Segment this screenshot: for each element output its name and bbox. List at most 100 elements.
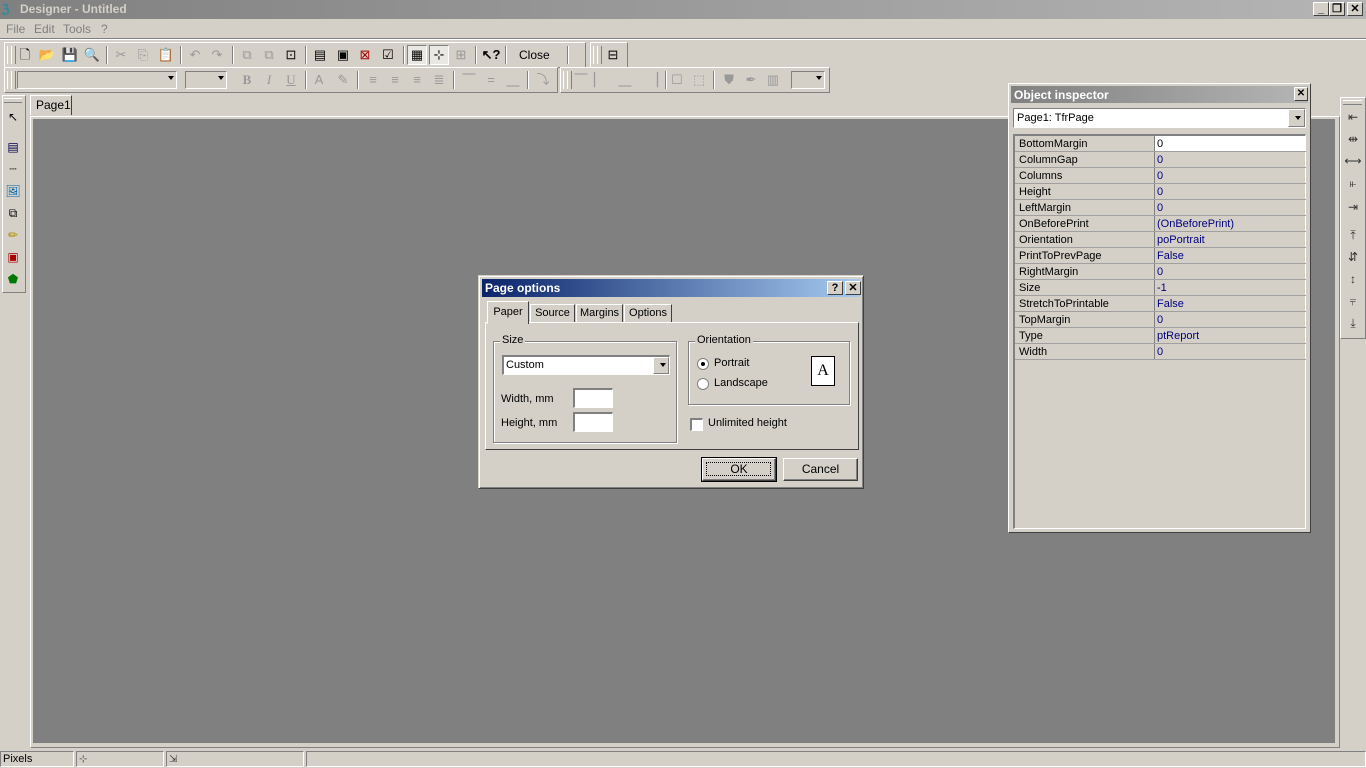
property-row[interactable]: Width 0: [1015, 344, 1306, 360]
align-center-icon[interactable]: ≡: [385, 70, 405, 90]
toolbar-grip[interactable]: [1343, 100, 1362, 105]
dialog-close-button[interactable]: ✕: [845, 281, 861, 295]
tab-paper[interactable]: Paper: [487, 301, 529, 324]
frame-all-icon[interactable]: ☐: [667, 70, 687, 90]
save-icon[interactable]: 💾: [60, 45, 80, 65]
insert-band-tool-icon[interactable]: ▤: [4, 138, 22, 156]
property-value[interactable]: 0: [1157, 138, 1163, 150]
height-mm-input[interactable]: [573, 412, 613, 432]
frame-top-icon[interactable]: ⎺: [571, 70, 591, 90]
group-icon[interactable]: ⊡: [281, 45, 301, 65]
send-back-icon[interactable]: ⧉: [259, 45, 279, 65]
property-value[interactable]: 0: [1157, 346, 1163, 358]
unlimited-height-label[interactable]: Unlimited height: [708, 417, 787, 429]
close-designer-button[interactable]: Close: [519, 48, 550, 62]
paper-size-dropdown-button[interactable]: [653, 357, 669, 374]
open-icon[interactable]: 📂: [37, 45, 57, 65]
object-inspector-title-bar[interactable]: Object inspector ✕: [1011, 86, 1308, 103]
menu-edit[interactable]: Edit: [34, 22, 55, 36]
align-justify-icon[interactable]: ≣: [429, 70, 449, 90]
highlight-icon[interactable]: ✎: [333, 70, 353, 90]
align-bottom-edges-icon[interactable]: ⤓: [1344, 314, 1362, 332]
property-value[interactable]: 0: [1157, 186, 1163, 198]
select-arrow-icon[interactable]: ↖: [4, 108, 22, 126]
property-row[interactable]: Size -1: [1015, 280, 1306, 296]
object-selector-combo[interactable]: Page1: TfrPage: [1013, 108, 1306, 128]
align-right-edges-icon[interactable]: ⇥: [1344, 198, 1362, 216]
cut-icon[interactable]: ✂: [111, 45, 131, 65]
property-row[interactable]: LeftMargin 0: [1015, 200, 1306, 216]
align-vertical-centers-icon[interactable]: ⇵: [1344, 248, 1362, 266]
frame-none-icon[interactable]: ⬚: [689, 70, 709, 90]
italic-icon[interactable]: I: [259, 70, 279, 90]
underline-icon[interactable]: U: [281, 70, 301, 90]
property-row[interactable]: ColumnGap 0: [1015, 152, 1306, 168]
center-horizontally-icon[interactable]: ⟷: [1344, 152, 1362, 170]
valign-top-icon[interactable]: ⎺: [459, 70, 479, 90]
tab-source[interactable]: Source: [530, 304, 575, 323]
font-size-combo[interactable]: [185, 71, 227, 89]
dialog-title-bar[interactable]: Page options ? ✕: [482, 279, 861, 297]
insert-band-icon[interactable]: ▤: [310, 45, 330, 65]
frame-left-icon[interactable]: ▏: [589, 70, 609, 90]
toolbar-grip[interactable]: [4, 98, 22, 103]
copy-icon[interactable]: ⎘: [133, 45, 153, 65]
frame-bottom-icon[interactable]: ⎽: [615, 70, 635, 90]
insert-picture-tool-icon[interactable]: 🖼: [4, 182, 22, 200]
menu-tools[interactable]: Tools: [63, 22, 91, 36]
property-value[interactable]: 0: [1157, 154, 1163, 166]
insert-shape-tool-icon[interactable]: ⬟: [4, 270, 22, 288]
align-horizontal-centers-icon[interactable]: ⇹: [1344, 130, 1362, 148]
valign-bottom-icon[interactable]: ⎽: [503, 70, 523, 90]
property-row[interactable]: Columns 0: [1015, 168, 1306, 184]
object-selector-dropdown-button[interactable]: [1288, 109, 1305, 127]
window-title-bar[interactable]: ℨ Designer - Untitled _ ❐ ✕: [0, 0, 1366, 19]
property-row[interactable]: Height 0: [1015, 184, 1306, 200]
restore-button[interactable]: ❐: [1329, 2, 1345, 16]
font-name-combo[interactable]: [17, 71, 177, 89]
object-inspector-toggle-icon[interactable]: ⊟: [603, 45, 623, 65]
property-value[interactable]: ptReport: [1157, 330, 1199, 342]
property-row[interactable]: TopMargin 0: [1015, 312, 1306, 328]
align-right-icon[interactable]: ≡: [407, 70, 427, 90]
check-icon[interactable]: ☑: [378, 45, 398, 65]
paste-icon[interactable]: 📋: [156, 45, 176, 65]
fill-color-icon[interactable]: ⛊: [719, 70, 739, 90]
menu-file[interactable]: File: [6, 22, 25, 36]
toolbar-grip[interactable]: [597, 46, 602, 64]
frame-color-icon[interactable]: ✒: [741, 70, 761, 90]
paper-size-combo[interactable]: Custom: [502, 355, 670, 375]
property-value[interactable]: 0: [1157, 314, 1163, 326]
portrait-radio[interactable]: [697, 358, 709, 370]
width-mm-input[interactable]: [573, 388, 613, 408]
bold-icon[interactable]: B: [237, 70, 257, 90]
property-row[interactable]: RightMargin 0: [1015, 264, 1306, 280]
snap-grid-icon[interactable]: ⊹: [429, 45, 449, 65]
property-row[interactable]: Type ptReport: [1015, 328, 1306, 344]
grid-icon[interactable]: ▦: [407, 45, 427, 65]
center-vertically-icon[interactable]: ↕: [1344, 270, 1362, 288]
insert-rich-text-tool-icon[interactable]: ▣: [4, 248, 22, 266]
space-vertically-icon[interactable]: ⫧: [1344, 292, 1362, 310]
preview-icon[interactable]: 🔍: [82, 45, 102, 65]
property-value[interactable]: poPortrait: [1157, 234, 1205, 246]
tab-page1[interactable]: Page1: [30, 95, 72, 115]
space-horizontally-icon[interactable]: ⫦: [1344, 174, 1362, 192]
align-grid-icon[interactable]: ⊞: [451, 45, 471, 65]
toolbar-grip[interactable]: [11, 71, 16, 89]
menu-help[interactable]: ?: [101, 22, 108, 36]
frame-right-icon[interactable]: ▕: [643, 70, 663, 90]
property-row[interactable]: PrintToPrevPage False: [1015, 248, 1306, 264]
property-row[interactable]: OnBeforePrint (OnBeforePrint): [1015, 216, 1306, 232]
align-top-edges-icon[interactable]: ⤒: [1344, 226, 1362, 244]
unlimited-height-checkbox[interactable]: [690, 418, 703, 431]
dialog-help-button[interactable]: ?: [827, 281, 843, 295]
align-left-edges-icon[interactable]: ⇤: [1344, 108, 1362, 126]
valign-center-icon[interactable]: =: [481, 70, 501, 90]
property-row[interactable]: Orientation poPortrait: [1015, 232, 1306, 248]
property-value[interactable]: 0: [1157, 202, 1163, 214]
insert-object-icon[interactable]: ▣: [333, 45, 353, 65]
font-color-icon[interactable]: A: [309, 70, 329, 90]
property-value[interactable]: 0: [1157, 266, 1163, 278]
property-row[interactable]: StretchToPrintable False: [1015, 296, 1306, 312]
